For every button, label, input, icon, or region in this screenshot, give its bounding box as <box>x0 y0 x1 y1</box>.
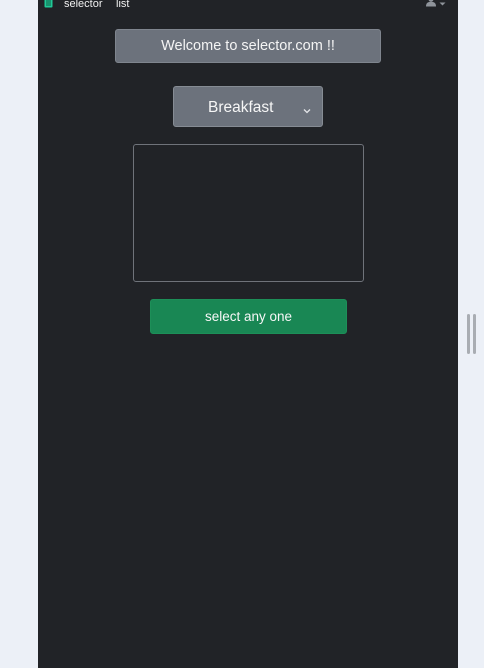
app-panel: selector list Welcome to selector.com !!… <box>38 0 458 668</box>
select-any-one-label: select any one <box>204 309 293 324</box>
resize-grip-bar <box>466 314 470 354</box>
brand-link[interactable]: selector <box>64 0 103 12</box>
user-menu[interactable] <box>425 0 447 9</box>
meal-select[interactable]: Breakfast <box>173 86 323 127</box>
resize-handle[interactable] <box>466 314 476 354</box>
book-icon[interactable] <box>44 0 53 8</box>
nav-link-list[interactable]: list <box>116 0 129 12</box>
welcome-banner: Welcome to selector.com !! <box>115 29 381 63</box>
select-any-one-button[interactable]: select any one <box>150 299 347 334</box>
chevron-down-icon <box>439 0 446 12</box>
user-icon <box>425 0 437 12</box>
result-box <box>133 144 364 282</box>
resize-grip-bar <box>472 314 476 354</box>
meal-select-value: Breakfast <box>208 99 274 116</box>
navbar: selector list <box>38 0 458 12</box>
welcome-text: Welcome to selector.com !! <box>161 38 335 54</box>
chevron-down-icon <box>302 102 312 114</box>
